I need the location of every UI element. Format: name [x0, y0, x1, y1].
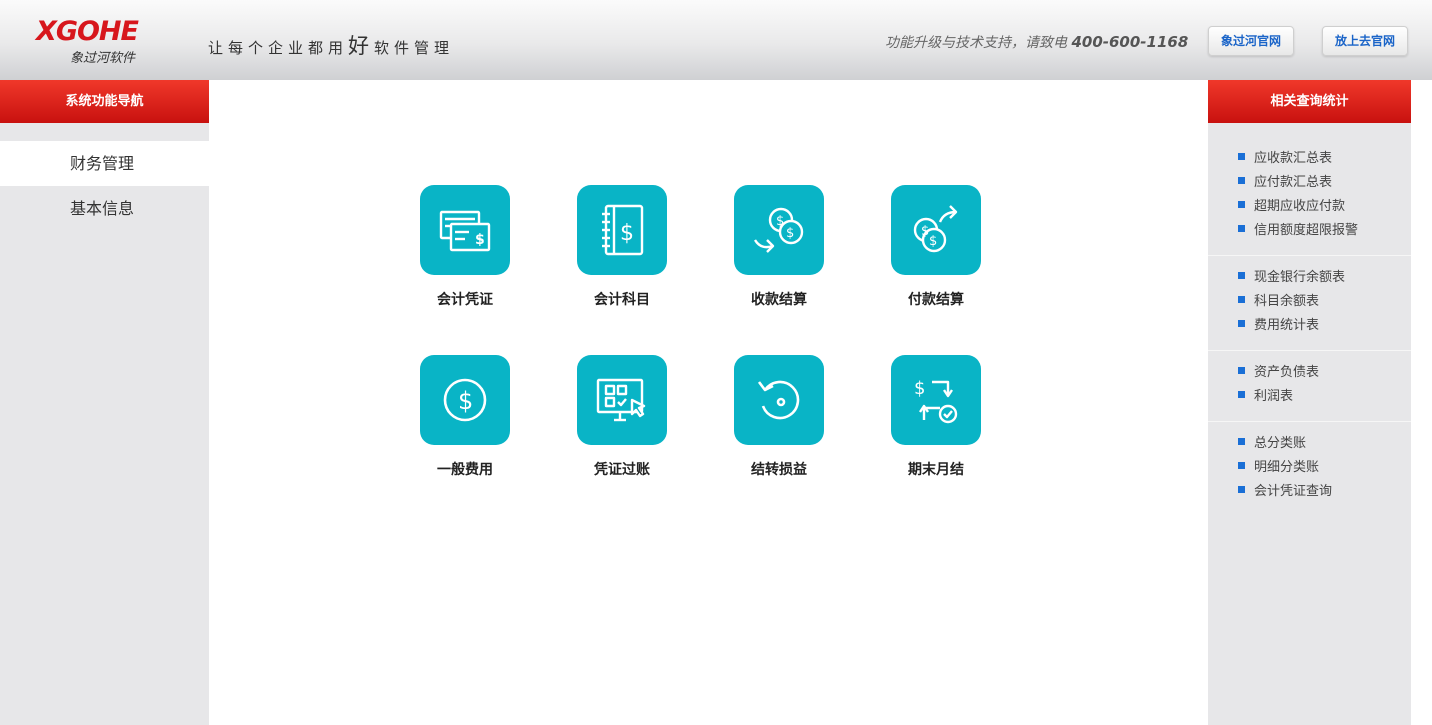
left-sidebar-title: 系统功能导航 [0, 80, 209, 123]
support-info: 功能升级与技术支持，请致电 400-600-1168 [885, 32, 1188, 52]
tile-label: 结转损益 [751, 462, 807, 478]
bullet-icon [1238, 367, 1245, 374]
right-sidebar: 相关查询统计 应收款汇总表 应付款汇总表 超期应收应付款 信用额度超限报警 现金… [1208, 80, 1411, 725]
voucher-bills-icon: $ [420, 185, 510, 275]
report-link-label: 明细分类账 [1254, 460, 1320, 475]
bullet-icon [1238, 272, 1245, 279]
report-link-label: 会计凭证查询 [1254, 484, 1333, 499]
report-link-label: 利润表 [1254, 389, 1294, 404]
bullet-icon [1238, 438, 1245, 445]
support-text: 功能升级与技术支持，请致电 [885, 35, 1067, 51]
svg-text:$: $ [929, 234, 937, 249]
report-link[interactable]: 应付款汇总表 [1238, 171, 1411, 195]
report-link-label: 费用统计表 [1254, 318, 1320, 333]
slogan-prefix: 让每个企业都用 [208, 39, 349, 57]
report-link[interactable]: 总分类账 [1238, 432, 1411, 456]
slogan: 让每个企业都用好软件管理 [208, 30, 454, 60]
bullet-icon [1238, 225, 1245, 232]
report-link-label: 信用额度超限报警 [1254, 223, 1359, 238]
tile-voucher-posting[interactable]: 凭证过账 [562, 355, 682, 495]
bullet-icon [1238, 320, 1245, 327]
tile-accounting-voucher[interactable]: $ 会计凭证 [405, 185, 525, 325]
report-link-label: 总分类账 [1254, 436, 1307, 451]
report-link-label: 超期应收应付款 [1254, 199, 1346, 214]
function-grid: $ 会计凭证 $ 会计科目 $ $ 收款结算 $ $ 付款结算 $ 一般费用 凭… [209, 80, 1208, 725]
report-link[interactable]: 应收款汇总表 [1238, 147, 1411, 171]
tile-label: 付款结算 [908, 292, 964, 308]
report-link-label: 科目余额表 [1254, 294, 1320, 309]
dollar-circle-icon: $ [420, 355, 510, 445]
official-site-button[interactable]: 象过河官网 [1208, 26, 1294, 56]
tile-payment-settlement[interactable]: $ $ 付款结算 [876, 185, 996, 325]
report-link[interactable]: 利润表 [1238, 385, 1411, 409]
tile-label: 一般费用 [437, 462, 493, 478]
nav-list: 财务管理 基本信息 [0, 141, 209, 231]
nav-item-basic-info[interactable]: 基本信息 [0, 186, 209, 231]
month-end-close-icon: $ [891, 355, 981, 445]
logo-subtitle: 象过河软件 [70, 51, 136, 66]
right-sidebar-title: 相关查询统计 [1208, 80, 1411, 123]
bullet-icon [1238, 153, 1245, 160]
report-link[interactable]: 费用统计表 [1238, 314, 1411, 338]
tile-label: 凭证过账 [594, 462, 650, 478]
report-groups: 应收款汇总表 应付款汇总表 超期应收应付款 信用额度超限报警 现金银行余额表 科… [1208, 123, 1411, 516]
ledger-book-icon: $ [577, 185, 667, 275]
tile-period-end-close[interactable]: $ 期末月结 [876, 355, 996, 495]
tile-general-expense[interactable]: $ 一般费用 [405, 355, 525, 495]
tile-accounting-subjects[interactable]: $ 会计科目 [562, 185, 682, 325]
report-link[interactable]: 信用额度超限报警 [1238, 219, 1411, 243]
tile-label: 会计科目 [594, 292, 650, 308]
report-link-label: 资产负债表 [1254, 365, 1320, 380]
bullet-icon [1238, 462, 1245, 469]
bullet-icon [1238, 391, 1245, 398]
nav-item-finance[interactable]: 财务管理 [0, 141, 209, 186]
report-link[interactable]: 现金银行余额表 [1238, 266, 1411, 290]
report-group-statements: 资产负债表 利润表 [1208, 351, 1411, 422]
tile-receipt-settlement[interactable]: $ $ 收款结算 [719, 185, 839, 325]
slogan-emphasis: 好 [348, 34, 375, 58]
report-link-label: 应收款汇总表 [1254, 151, 1333, 166]
report-group-balances: 现金银行余额表 科目余额表 费用统计表 [1208, 256, 1411, 351]
svg-text:$: $ [475, 232, 485, 248]
report-link[interactable]: 会计凭证查询 [1238, 480, 1411, 504]
bullet-icon [1238, 177, 1245, 184]
coins-pay-icon: $ $ [891, 185, 981, 275]
svg-text:$: $ [776, 214, 784, 229]
tile-label: 期末月结 [908, 462, 964, 478]
app-header: XGOHE 象过河软件 让每个企业都用好软件管理 功能升级与技术支持，请致电 4… [0, 0, 1432, 80]
logo-wordmark: XGOHE [36, 16, 139, 47]
report-link[interactable]: 明细分类账 [1238, 456, 1411, 480]
bullet-icon [1238, 201, 1245, 208]
tile-profit-loss-transfer[interactable]: 结转损益 [719, 355, 839, 495]
monitor-posting-icon [577, 355, 667, 445]
report-link-label: 现金银行余额表 [1254, 270, 1346, 285]
report-link[interactable]: 超期应收应付款 [1238, 195, 1411, 219]
support-phone: 400-600-1168 [1071, 33, 1189, 51]
report-link[interactable]: 资产负债表 [1238, 361, 1411, 385]
right-edge [1411, 80, 1432, 725]
slogan-suffix: 软件管理 [374, 39, 455, 57]
fangshangqu-site-button[interactable]: 放上去官网 [1322, 26, 1408, 56]
tile-label: 会计凭证 [437, 292, 493, 308]
brand-logo[interactable]: XGOHE 象过河软件 [36, 16, 166, 66]
svg-text:$: $ [914, 378, 925, 399]
report-group-receivables: 应收款汇总表 应付款汇总表 超期应收应付款 信用额度超限报警 [1208, 137, 1411, 256]
report-group-ledgers: 总分类账 明细分类账 会计凭证查询 [1208, 422, 1411, 516]
report-link[interactable]: 科目余额表 [1238, 290, 1411, 314]
left-sidebar: 系统功能导航 财务管理 基本信息 [0, 80, 209, 725]
rotate-transfer-icon [734, 355, 824, 445]
svg-text:$: $ [458, 387, 473, 415]
tile-label: 收款结算 [751, 292, 807, 308]
svg-text:$: $ [786, 226, 794, 241]
bullet-icon [1238, 486, 1245, 493]
report-link-label: 应付款汇总表 [1254, 175, 1333, 190]
coins-receive-icon: $ $ [734, 185, 824, 275]
svg-text:$: $ [620, 221, 634, 246]
bullet-icon [1238, 296, 1245, 303]
